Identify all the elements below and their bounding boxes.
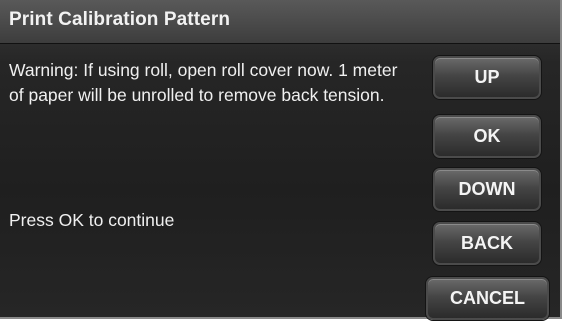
page-title: Print Calibration Pattern [9, 9, 231, 30]
back-button-label: BACK [461, 233, 513, 253]
up-button-label: UP [474, 67, 500, 87]
up-button[interactable]: UP [433, 56, 541, 99]
continue-prompt: Press OK to continue [9, 210, 175, 230]
title-bar: Print Calibration Pattern [0, 0, 560, 44]
printer-control-panel-screen: Print Calibration Pattern Warning: If us… [0, 0, 562, 320]
ok-button-label: OK [473, 126, 501, 146]
down-button[interactable]: DOWN [433, 168, 541, 211]
ok-button[interactable]: OK [433, 115, 541, 158]
warning-message: Warning: If using roll, open roll cover … [9, 60, 398, 105]
back-button[interactable]: BACK [433, 222, 541, 265]
cancel-button-label: CANCEL [450, 288, 525, 308]
cancel-button[interactable]: CANCEL [426, 277, 549, 320]
down-button-label: DOWN [458, 179, 516, 199]
